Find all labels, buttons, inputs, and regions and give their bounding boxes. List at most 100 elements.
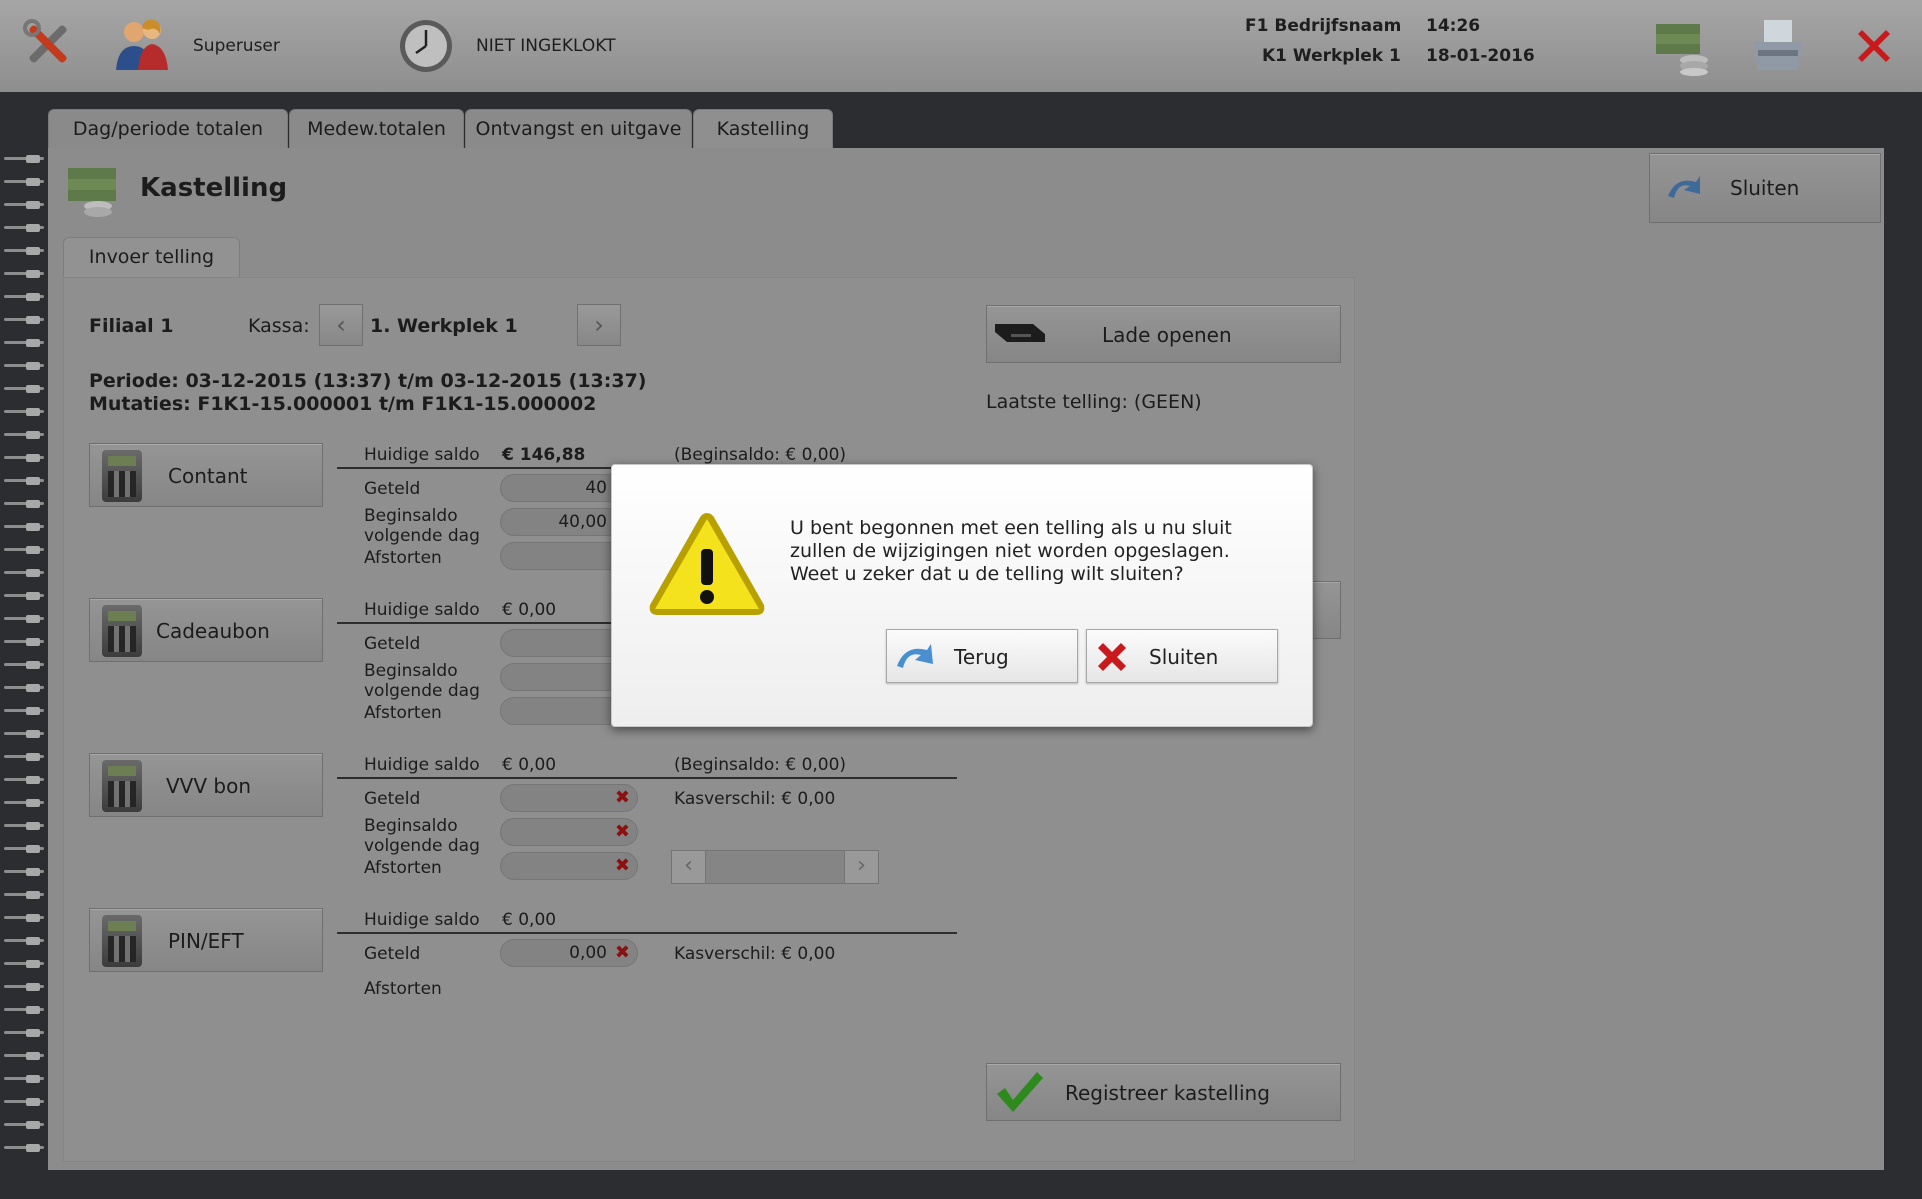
binder-ring [4,523,44,531]
binder-ring [4,592,44,600]
binder-rings [0,155,48,1152]
clear-icon[interactable]: ✖ [615,944,630,962]
binder-ring [4,868,44,876]
binder-ring [4,500,44,508]
cash-balance-label: Huidige saldo [364,445,480,465]
register-count-button[interactable]: Registreer kastelling [986,1063,1341,1121]
binder-ring [4,431,44,439]
tab-income-expense[interactable]: Ontvangst en uitgave [465,109,692,149]
page-title: Kastelling [140,173,288,203]
pin-section-label: PIN/EFT [168,929,244,953]
binder-ring [4,845,44,853]
binder-ring [4,891,44,899]
pin-section-button[interactable]: PIN/EFT [89,908,323,972]
dialog-line-2: zullen de wijzigingen niet worden opgesl… [790,540,1230,562]
vvv-balance-label: Huidige saldo [364,755,480,775]
vvv-section-button[interactable]: VVV bon [89,753,323,817]
cash-drawer-icon [993,320,1047,346]
vvv-opening-next-label-2: volgende dag [364,836,480,856]
binder-ring [4,937,44,945]
cash-opening-next-label-1: Beginsaldo [364,506,458,526]
cash-opening-next-label-2: volgende dag [364,526,480,546]
vvv-opening-next-field[interactable]: ✖ [500,818,638,846]
cash-section-button[interactable]: Contant [89,443,323,507]
vvv-deposit-label: Afstorten [364,858,442,878]
binder-ring [4,385,44,393]
cash-deposit-label: Afstorten [364,548,442,568]
open-drawer-label: Lade openen [1102,323,1232,347]
binder-ring [4,316,44,324]
user-name: Superuser [193,36,280,56]
giftcard-counted-label: Geteld [364,634,421,654]
register-prev-button[interactable]: ‹ [319,304,363,346]
branch-label: Filiaal 1 [89,315,174,337]
giftcard-balance-value: € 0,00 [502,600,557,620]
binder-ring [4,339,44,347]
pin-balance-value: € 0,00 [502,910,557,930]
binder-ring [4,454,44,462]
giftcard-section-button[interactable]: Cadeaubon [89,598,323,662]
binder-ring [4,201,44,209]
tab-cash-count[interactable]: Kastelling [693,109,833,149]
chevron-right-icon[interactable]: › [844,851,878,883]
clock-icon[interactable] [398,18,454,74]
close-app-icon[interactable] [1852,24,1896,68]
tab-employee-totals[interactable]: Medew.totalen [289,109,464,149]
binder-ring [4,638,44,646]
register-value: 1. Werkplek 1 [370,315,518,337]
chevron-left-icon[interactable]: ‹ [672,851,706,883]
vvv-counted-label: Geteld [364,789,421,809]
users-icon[interactable] [112,16,170,72]
back-arrow-icon [1666,174,1702,202]
confirm-dialog: U bent begonnen met een telling als u nu… [611,464,1313,727]
chevron-left-icon: ‹ [336,311,346,339]
dialog-back-button[interactable]: Terug [886,629,1078,683]
last-count-text: Laatste telling: (GEEN) [986,391,1202,413]
pin-counted-label: Geteld [364,944,421,964]
dialog-close-button[interactable]: Sluiten [1086,629,1278,683]
vvv-opening-balance: (Beginsaldo: € 0,00) [674,755,847,775]
binder-ring [4,270,44,278]
chevron-right-icon: › [594,311,604,339]
dialog-back-label: Terug [954,645,1009,669]
cash-icon[interactable] [1652,16,1712,76]
calculator-icon [102,760,142,812]
cash-opening-balance: (Beginsaldo: € 0,00) [674,445,847,465]
binder-ring [4,293,44,301]
mutations-text: Mutaties: F1K1-15.000001 t/m F1K1-15.000… [89,393,597,415]
binder-ring [4,546,44,554]
close-icon [1095,640,1129,674]
close-page-button[interactable]: Sluiten [1649,153,1881,223]
dialog-message: U bent begonnen met een telling als u nu… [790,517,1232,586]
clear-icon[interactable]: ✖ [615,857,630,875]
binder-ring [4,408,44,416]
pin-counted-field[interactable]: 0,00 ✖ [500,939,638,967]
printer-icon[interactable] [1748,16,1808,76]
tab-input-count[interactable]: Invoer telling [63,237,240,278]
top-bar: Superuser NIET INGEKLOKT F1 Bedrijfsnaam… [0,0,1922,92]
clear-icon[interactable]: ✖ [615,789,630,807]
binder-ring [4,707,44,715]
binder-ring [4,776,44,784]
giftcard-section-label: Cadeaubon [156,619,270,643]
clear-icon[interactable]: ✖ [615,823,630,841]
binder-ring [4,155,44,163]
cash-stack-icon [62,160,124,220]
register-next-button[interactable]: › [577,304,621,346]
binder-ring [4,178,44,186]
binder-ring [4,1144,44,1152]
binder-ring [4,960,44,968]
open-drawer-button[interactable]: Lade openen [986,305,1341,363]
vvv-counted-field[interactable]: ✖ [500,784,638,812]
giftcard-deposit-label: Afstorten [364,703,442,723]
binder-ring [4,615,44,623]
binder-ring [4,1052,44,1060]
hidden-button[interactable] [1311,581,1341,639]
binder-ring [4,477,44,485]
cash-section-label: Contant [168,464,248,488]
dialog-line-1: U bent begonnen met een telling als u nu… [790,517,1232,539]
vvv-deposit-field[interactable]: ✖ [500,852,638,880]
tools-icon[interactable] [22,18,74,70]
tab-day-period-totals[interactable]: Dag/periode totalen [48,109,288,149]
company-name: F1 Bedrijfsnaam [1245,16,1402,36]
